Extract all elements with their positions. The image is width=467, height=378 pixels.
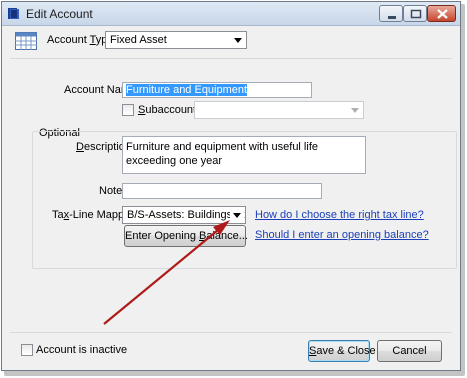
red-arrow-annotation: [103, 220, 230, 325]
